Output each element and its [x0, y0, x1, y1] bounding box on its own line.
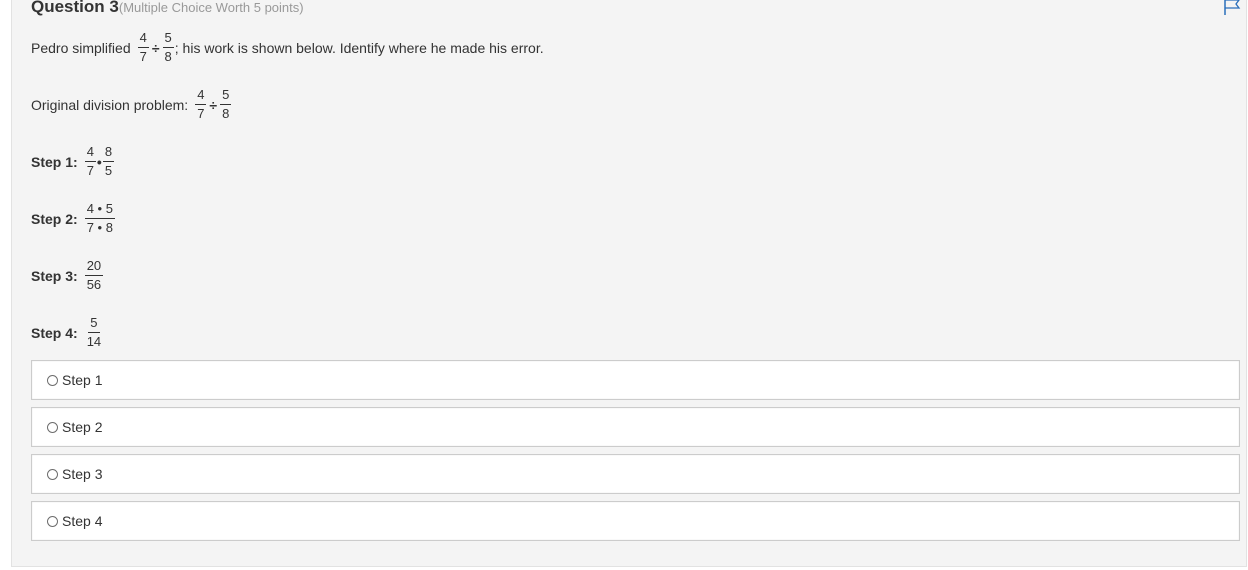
step-2: Step 2: 4 • 5 7 • 8 [31, 201, 116, 236]
original-problem: Original division problem: 4 7 ÷ 5 8 [31, 87, 232, 122]
option-label: Step 1 [62, 372, 103, 388]
denominator: 56 [86, 277, 102, 292]
radio-button[interactable] [47, 374, 58, 386]
denominator: 14 [86, 334, 102, 349]
denominator: 7 • 8 [86, 220, 113, 235]
numerator: 5 [220, 87, 232, 105]
denominator: 7 [197, 106, 205, 121]
step-3: Step 3: 20 56 [31, 258, 104, 293]
answer-options: Step 1 Step 2 Step 3 Step 4 [31, 360, 1240, 548]
option-label: Step 2 [62, 419, 103, 435]
radio-button[interactable] [47, 515, 58, 527]
step-label: Step 1: [31, 153, 78, 170]
step-4: Step 4: 5 14 [31, 315, 104, 350]
denominator: 8 [164, 49, 172, 64]
numerator: 8 [102, 144, 115, 162]
numerator: 5 [162, 30, 174, 48]
fraction: 8 5 [102, 144, 115, 179]
option-label: Step 3 [62, 466, 103, 482]
question-title: Question 3 [31, 0, 119, 16]
fraction: 5 8 [220, 87, 232, 122]
numerator: 4 [195, 87, 207, 105]
step-1: Step 1: 4 7 • 8 5 [31, 144, 115, 179]
denominator: 7 [139, 49, 147, 64]
numerator: 4 [84, 144, 96, 162]
step-label: Step 2: [31, 210, 78, 227]
numerator: 4 • 5 [84, 201, 115, 219]
step-label: Step 3: [31, 267, 78, 284]
numerator: 20 [84, 258, 104, 276]
question-header: Question 3(Multiple Choice Worth 5 point… [31, 0, 304, 17]
option-label: Step 4 [62, 513, 103, 529]
radio-button[interactable] [47, 421, 58, 433]
fraction: 5 14 [85, 315, 103, 350]
fraction: 20 56 [84, 258, 104, 293]
fraction: 4 7 [84, 144, 96, 179]
radio-button[interactable] [47, 468, 58, 480]
multiply-operator: • [96, 153, 102, 170]
original-label: Original division problem: [31, 96, 189, 113]
division-operator: ÷ [209, 96, 218, 113]
denominator: 7 [86, 163, 94, 178]
flag-icon[interactable] [1222, 0, 1242, 17]
division-operator: ÷ [151, 39, 160, 56]
prompt-lead: Pedro simplified [31, 39, 131, 56]
fraction: 4 7 [137, 30, 149, 65]
answer-option-step-1[interactable]: Step 1 [31, 360, 1240, 400]
denominator: 8 [222, 106, 230, 121]
answer-option-step-4[interactable]: Step 4 [31, 501, 1240, 541]
fraction: 4 7 [195, 87, 207, 122]
step-label: Step 4: [31, 324, 78, 341]
prompt-tail: ; his work is shown below. Identify wher… [174, 39, 544, 56]
numerator: 4 [137, 30, 149, 48]
answer-option-step-3[interactable]: Step 3 [31, 454, 1240, 494]
answer-option-step-2[interactable]: Step 2 [31, 407, 1240, 447]
numerator: 5 [88, 315, 100, 333]
denominator: 5 [104, 163, 113, 178]
fraction: 5 8 [162, 30, 174, 65]
question-prompt: Pedro simplified 4 7 ÷ 5 8 ; his work is… [31, 30, 544, 65]
question-points: (Multiple Choice Worth 5 points) [118, 0, 304, 15]
fraction: 4 • 5 7 • 8 [84, 201, 115, 236]
